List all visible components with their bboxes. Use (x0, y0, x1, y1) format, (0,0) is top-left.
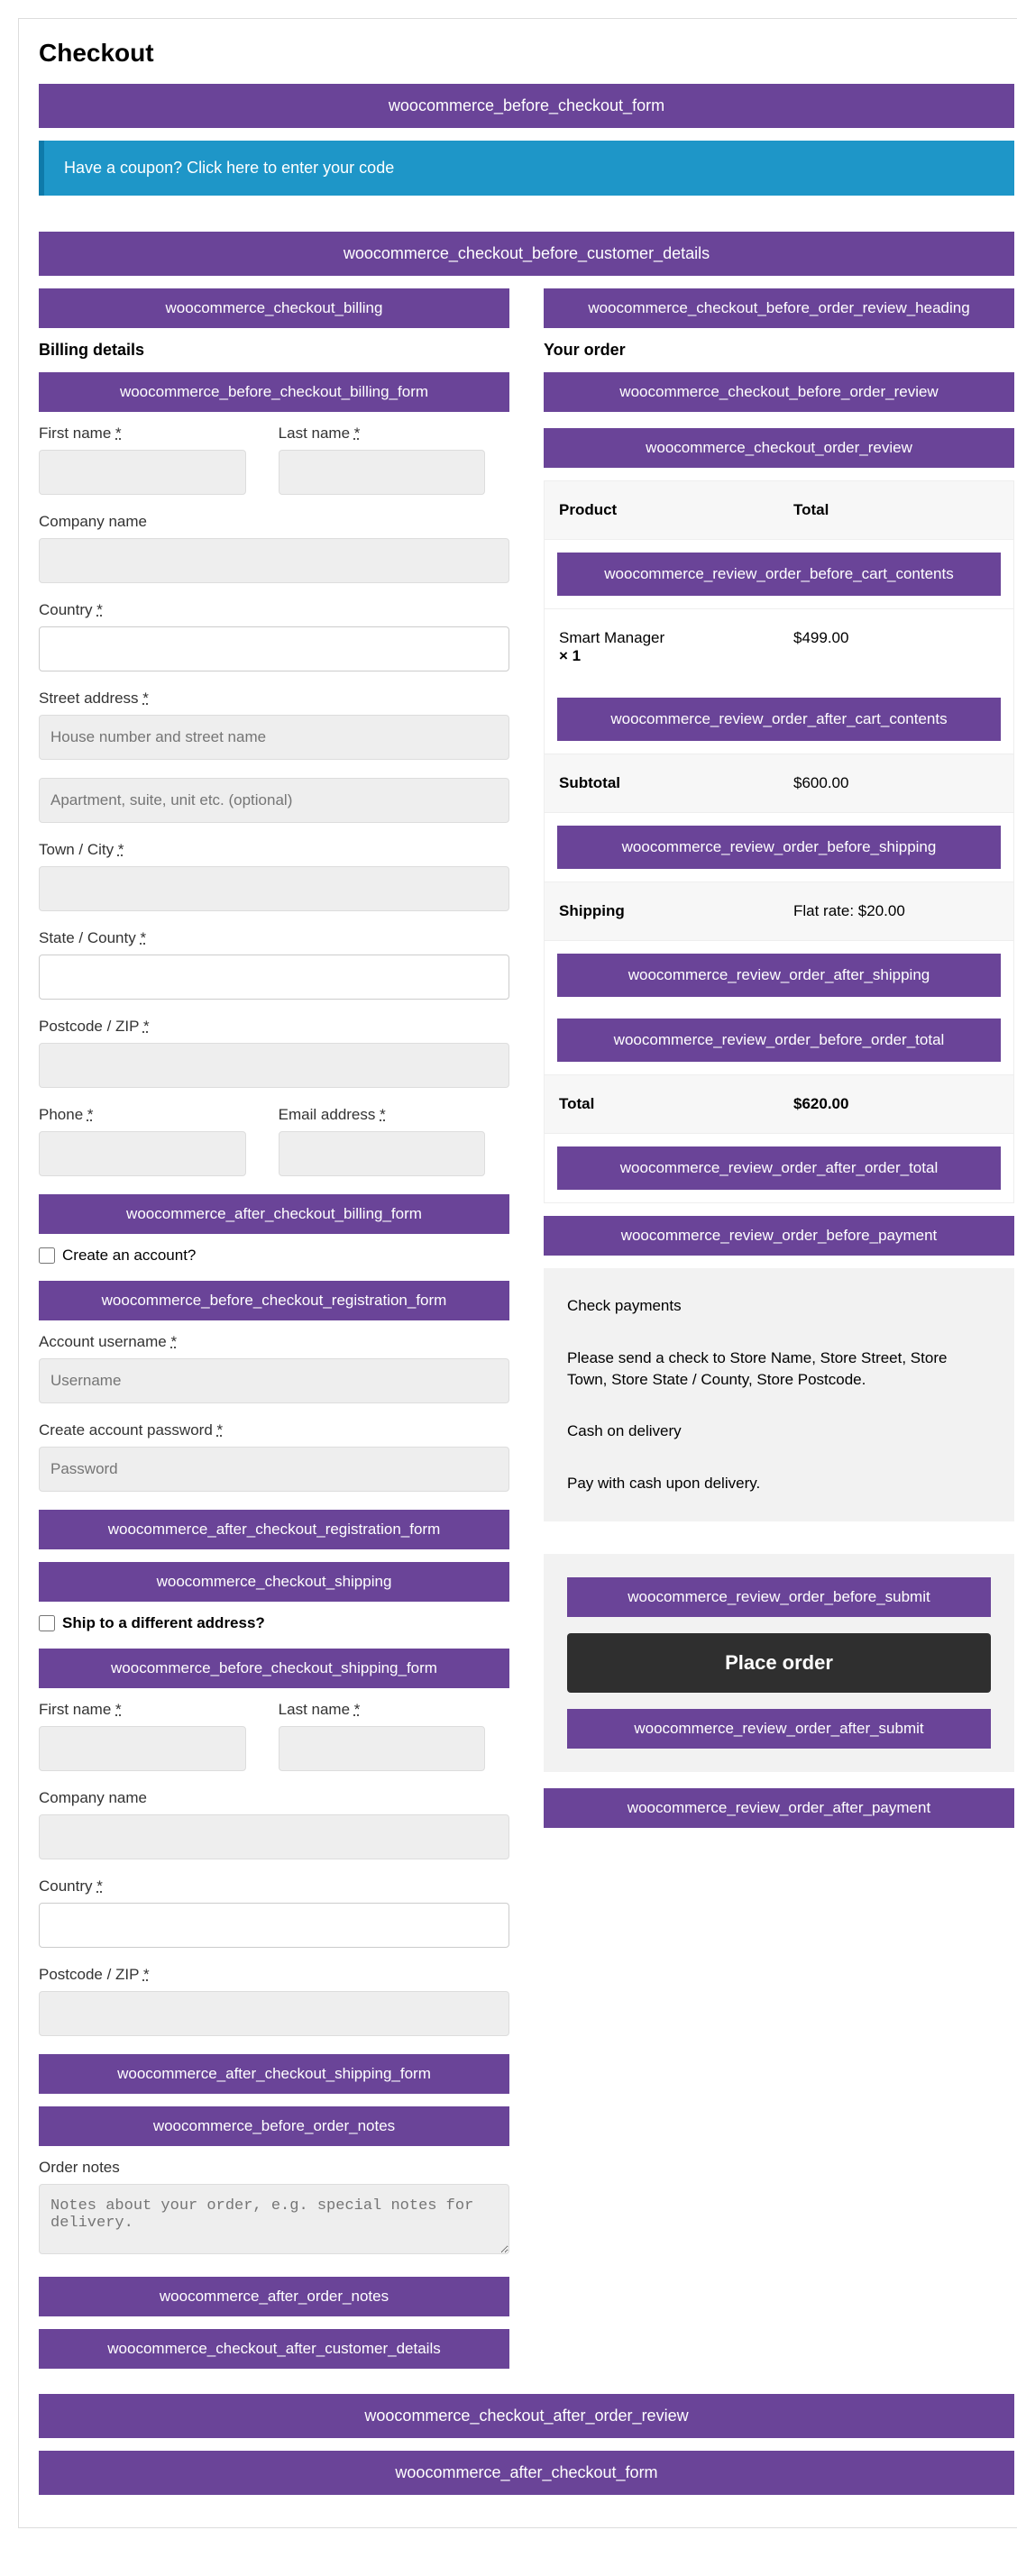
hook-before-registration: woocommerce_before_checkout_registration… (39, 1281, 509, 1320)
billing-company-input[interactable] (39, 538, 509, 583)
hook-before-review-heading: woocommerce_checkout_before_order_review… (544, 288, 1014, 328)
hook-after-shipping: woocommerce_review_order_after_shipping (557, 954, 1001, 997)
hook-after-checkout-form: woocommerce_after_checkout_form (39, 2451, 1014, 2495)
billing-email-label: Email address * (279, 1106, 486, 1124)
billing-postcode-label: Postcode / ZIP * (39, 1018, 509, 1036)
hook-checkout-billing: woocommerce_checkout_billing (39, 288, 509, 328)
hook-before-submit: woocommerce_review_order_before_submit (567, 1577, 991, 1617)
payment-check-title[interactable]: Check payments (567, 1295, 991, 1317)
billing-phone-input[interactable] (39, 1131, 246, 1176)
account-password-input[interactable] (39, 1447, 509, 1492)
billing-email-input[interactable] (279, 1131, 486, 1176)
shipping-first-name-label: First name * (39, 1701, 246, 1719)
billing-last-name-label: Last name * (279, 425, 486, 443)
hook-checkout-shipping: woocommerce_checkout_shipping (39, 1562, 509, 1602)
hook-before-payment: woocommerce_review_order_before_payment (544, 1216, 1014, 1256)
order-review-table: Product Total woocommerce_review_order_b… (544, 480, 1014, 1203)
hook-before-shipping-form: woocommerce_before_checkout_shipping_for… (39, 1649, 509, 1688)
shipping-last-name-input[interactable] (279, 1726, 486, 1771)
create-account-checkbox[interactable] (39, 1247, 55, 1264)
billing-state-label: State / County * (39, 929, 509, 947)
hook-before-billing-form: woocommerce_before_checkout_billing_form (39, 372, 509, 412)
hook-before-shipping: woocommerce_review_order_before_shipping (557, 826, 1001, 869)
total-header: Total (779, 481, 1013, 539)
shipping-value: Flat rate: $20.00 (779, 882, 1013, 940)
hook-after-registration: woocommerce_after_checkout_registration_… (39, 1510, 509, 1549)
billing-street-input[interactable] (39, 715, 509, 760)
shipping-company-label: Company name (39, 1789, 509, 1807)
order-notes-label: Order notes (39, 2159, 509, 2177)
ship-different-label: Ship to a different address? (62, 1614, 265, 1632)
payment-cod-desc: Pay with cash upon delivery. (567, 1473, 991, 1494)
hook-after-shipping-form: woocommerce_after_checkout_shipping_form (39, 2054, 509, 2094)
coupon-notice[interactable]: Have a coupon? Click here to enter your … (39, 141, 1014, 196)
payment-cod-title[interactable]: Cash on delivery (567, 1420, 991, 1442)
billing-town-input[interactable] (39, 866, 509, 911)
subtotal-value: $600.00 (779, 754, 1013, 812)
account-username-input[interactable] (39, 1358, 509, 1403)
shipping-last-name-label: Last name * (279, 1701, 486, 1719)
product-name-cell: Smart Manager × 1 (545, 609, 779, 685)
shipping-postcode-label: Postcode / ZIP * (39, 1966, 509, 1984)
billing-last-name-input[interactable] (279, 450, 486, 495)
order-heading: Your order (544, 341, 1014, 360)
billing-street-label: Street address * (39, 690, 509, 708)
hook-before-checkout-form: woocommerce_before_checkout_form (39, 84, 1014, 128)
hook-after-order-notes: woocommerce_after_order_notes (39, 2277, 509, 2316)
page-title: Checkout (39, 39, 1014, 68)
shipping-label: Shipping (545, 882, 779, 940)
hook-after-payment: woocommerce_review_order_after_payment (544, 1788, 1014, 1828)
billing-heading: Billing details (39, 341, 509, 360)
billing-company-label: Company name (39, 513, 509, 531)
billing-state-input[interactable] (39, 955, 509, 1000)
billing-town-label: Town / City * (39, 841, 509, 859)
billing-first-name-label: First name * (39, 425, 246, 443)
payment-check-desc: Please send a check to Store Name, Store… (567, 1347, 991, 1391)
total-value: $620.00 (779, 1075, 1013, 1133)
billing-phone-label: Phone * (39, 1106, 246, 1124)
ship-different-checkbox[interactable] (39, 1615, 55, 1631)
hook-before-cart-contents: woocommerce_review_order_before_cart_con… (557, 553, 1001, 596)
billing-first-name-input[interactable] (39, 450, 246, 495)
account-username-label: Account username * (39, 1333, 509, 1351)
hook-after-customer-details: woocommerce_checkout_after_customer_deta… (39, 2329, 509, 2369)
billing-country-input[interactable] (39, 626, 509, 671)
hook-after-order-total: woocommerce_review_order_after_order_tot… (557, 1146, 1001, 1190)
shipping-first-name-input[interactable] (39, 1726, 246, 1771)
hook-after-order-review: woocommerce_checkout_after_order_review (39, 2394, 1014, 2438)
place-order-button[interactable]: Place order (567, 1633, 991, 1693)
billing-street2-input[interactable] (39, 778, 509, 823)
shipping-company-input[interactable] (39, 1814, 509, 1859)
hook-before-order-review: woocommerce_checkout_before_order_review (544, 372, 1014, 412)
hook-after-submit: woocommerce_review_order_after_submit (567, 1709, 991, 1749)
hook-order-review: woocommerce_checkout_order_review (544, 428, 1014, 468)
hook-after-cart-contents: woocommerce_review_order_after_cart_cont… (557, 698, 1001, 741)
subtotal-label: Subtotal (545, 754, 779, 812)
shipping-country-input[interactable] (39, 1903, 509, 1948)
shipping-country-label: Country * (39, 1877, 509, 1895)
shipping-postcode-input[interactable] (39, 1991, 509, 2036)
hook-after-billing-form: woocommerce_after_checkout_billing_form (39, 1194, 509, 1234)
hook-before-order-notes: woocommerce_before_order_notes (39, 2106, 509, 2146)
billing-postcode-input[interactable] (39, 1043, 509, 1088)
hook-before-customer-details: woocommerce_checkout_before_customer_det… (39, 232, 1014, 276)
order-notes-input[interactable] (39, 2184, 509, 2254)
billing-country-label: Country * (39, 601, 509, 619)
hook-before-order-total: woocommerce_review_order_before_order_to… (557, 1019, 1001, 1062)
account-password-label: Create account password * (39, 1421, 509, 1439)
payment-methods: Check payments Please send a check to St… (544, 1268, 1014, 1521)
product-total-cell: $499.00 (779, 609, 1013, 685)
total-label: Total (545, 1075, 779, 1133)
product-header: Product (545, 481, 779, 539)
create-account-label: Create an account? (62, 1247, 196, 1265)
